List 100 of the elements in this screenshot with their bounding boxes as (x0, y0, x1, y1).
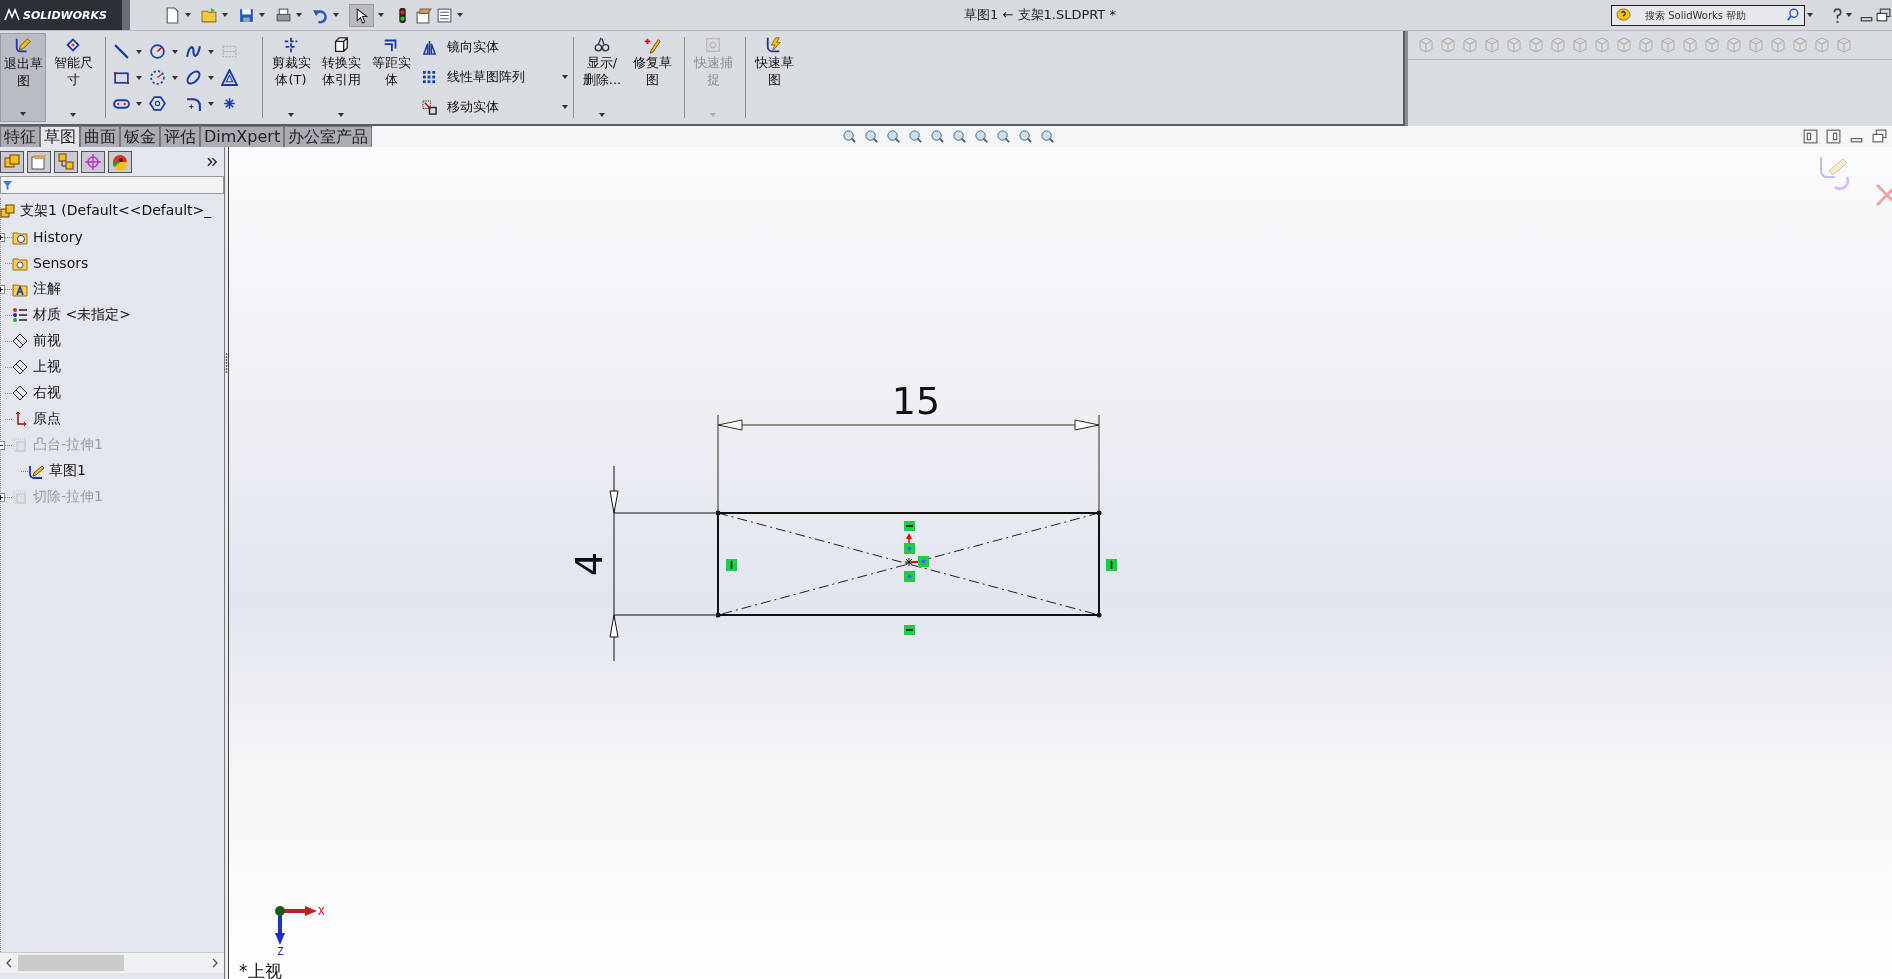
ribbon-list-button[interactable]: 镜向实体 (422, 39, 568, 57)
caret-icon[interactable] (208, 75, 214, 80)
dimension-value[interactable]: 4 (567, 551, 611, 577)
lightning-icon (765, 36, 783, 54)
caret-icon[interactable] (208, 101, 214, 106)
tree-item[interactable]: 前视 (33, 332, 61, 350)
caret-icon[interactable] (172, 49, 178, 54)
asterisk-icon[interactable] (221, 95, 238, 112)
crosshair-icon[interactable] (81, 151, 105, 173)
ribbon-list-button[interactable]: 线性草图阵列 (422, 69, 568, 86)
ribbon-tab[interactable]: 草图 (40, 126, 80, 147)
caret-icon[interactable] (259, 13, 265, 17)
tree-item[interactable]: 上视 (33, 358, 61, 376)
ribbon-tab[interactable]: 钣金 (120, 126, 160, 147)
ribbon-button[interactable]: 转换实体引用 (318, 33, 364, 122)
circle-icon[interactable] (149, 43, 166, 60)
spline-icon[interactable] (185, 43, 202, 60)
ribbon-button[interactable]: 等距实体 (368, 33, 414, 122)
tree-item[interactable]: 右视 (33, 384, 61, 402)
restore-icon[interactable] (1871, 128, 1888, 145)
search-icon[interactable] (1786, 8, 1800, 22)
dimension-value[interactable]: 15 (891, 379, 941, 423)
ribbon-button[interactable]: 显示/删除... (579, 33, 625, 122)
ribbon-button[interactable]: 修复草图 (629, 33, 675, 122)
caret-icon[interactable] (136, 49, 142, 54)
search-box[interactable]: 搜索 SolidWorks 帮助 (1611, 4, 1805, 26)
caret-icon[interactable] (296, 13, 302, 17)
annotation-folder-icon (12, 281, 28, 297)
caret-icon[interactable] (136, 101, 142, 106)
ellipse-icon[interactable] (185, 69, 202, 86)
caret-icon[interactable] (20, 112, 26, 116)
caret-icon[interactable] (136, 75, 142, 80)
caret-icon[interactable] (1807, 13, 1813, 17)
tile-left-icon[interactable] (1802, 128, 1819, 145)
property-sheet-icon[interactable] (27, 151, 51, 173)
tile-right-icon[interactable] (1825, 128, 1842, 145)
caret-icon[interactable] (185, 13, 191, 17)
caret-icon[interactable] (457, 13, 463, 17)
select-button[interactable] (349, 3, 374, 27)
ribbon-button[interactable]: 智能尺寸 (50, 33, 96, 122)
window-title: 草图1 ← 支架1.SLDPRT * (963, 6, 1117, 24)
caret-icon[interactable] (222, 13, 228, 17)
options-icon[interactable] (415, 6, 432, 24)
graphics-area[interactable]: 15 4 X Z *上视 (229, 147, 1892, 979)
search-field[interactable]: 搜索 SolidWorks 帮助 (1635, 9, 1782, 21)
tree-item[interactable]: 材质 <未指定> (33, 306, 131, 324)
tree-item[interactable]: 支架1 (Default<<Default>_ (20, 202, 212, 220)
tree-item[interactable]: 注解 (33, 280, 61, 298)
save-icon[interactable] (238, 6, 255, 24)
zoom-fit-icon[interactable] (842, 129, 858, 144)
ribbon-button[interactable]: 快速草图 (751, 33, 797, 122)
caret-icon[interactable] (288, 113, 294, 117)
hexagon-icon[interactable] (149, 95, 166, 112)
caret-icon[interactable] (562, 75, 568, 80)
tree-item[interactable]: 草图1 (49, 462, 86, 480)
restore-icon[interactable] (1875, 6, 1892, 24)
arc-icon[interactable] (149, 69, 166, 86)
tree-item[interactable]: Sensors (33, 255, 89, 271)
filter-icon[interactable] (2, 179, 13, 191)
filter-field[interactable] (0, 176, 224, 194)
corner-icon[interactable] (185, 95, 202, 112)
caret-icon[interactable] (333, 13, 339, 17)
caret-icon[interactable] (599, 113, 605, 117)
ribbon-tab[interactable]: DimXpert (200, 126, 285, 147)
scroll-thumb[interactable] (18, 955, 124, 971)
configuration-icon[interactable] (54, 151, 78, 173)
tree-item[interactable]: 原点 (33, 410, 61, 428)
triangle-icon[interactable] (221, 69, 238, 86)
trim-icon (282, 36, 300, 54)
printer-icon[interactable] (275, 6, 292, 24)
help-bubble-icon[interactable] (1616, 7, 1631, 23)
feature-icon (12, 437, 28, 453)
line-icon[interactable] (113, 43, 130, 60)
snap-icon (704, 36, 722, 54)
caret-icon[interactable] (172, 75, 178, 80)
logo-mark-icon (4, 8, 20, 22)
scroll-right-icon[interactable] (212, 958, 218, 968)
ribbon-button[interactable]: 剪裁实体(T) (268, 33, 314, 122)
ribbon-list-button[interactable]: 移动实体 (422, 98, 568, 116)
horizontal-relation-icon (904, 625, 915, 635)
ribbon-tab[interactable]: 办公室产品 (284, 126, 373, 147)
axis-triad-drawing (275, 906, 317, 945)
ribbon-tab[interactable]: 特征 (0, 126, 40, 147)
caret-icon[interactable] (378, 13, 384, 17)
part-icon (0, 203, 16, 219)
tree-item[interactable]: History (33, 229, 83, 245)
scroll-left-icon[interactable] (6, 958, 12, 968)
caret-icon[interactable] (208, 49, 214, 54)
rectangle-icon[interactable] (113, 69, 130, 86)
caret-icon[interactable] (70, 113, 76, 117)
caret-icon[interactable] (562, 105, 568, 110)
new-document-icon[interactable] (164, 6, 181, 24)
checklist-icon[interactable] (436, 6, 453, 24)
parts-icon[interactable] (0, 151, 24, 173)
ribbon-tab[interactable]: 评估 (160, 126, 200, 147)
ribbon-button[interactable]: 退出草图 (0, 33, 46, 122)
caret-icon[interactable] (1846, 13, 1852, 17)
chevron-icon[interactable] (207, 157, 218, 167)
ribbon-tab[interactable]: 曲面 (80, 126, 120, 147)
caret-icon[interactable] (338, 113, 344, 117)
